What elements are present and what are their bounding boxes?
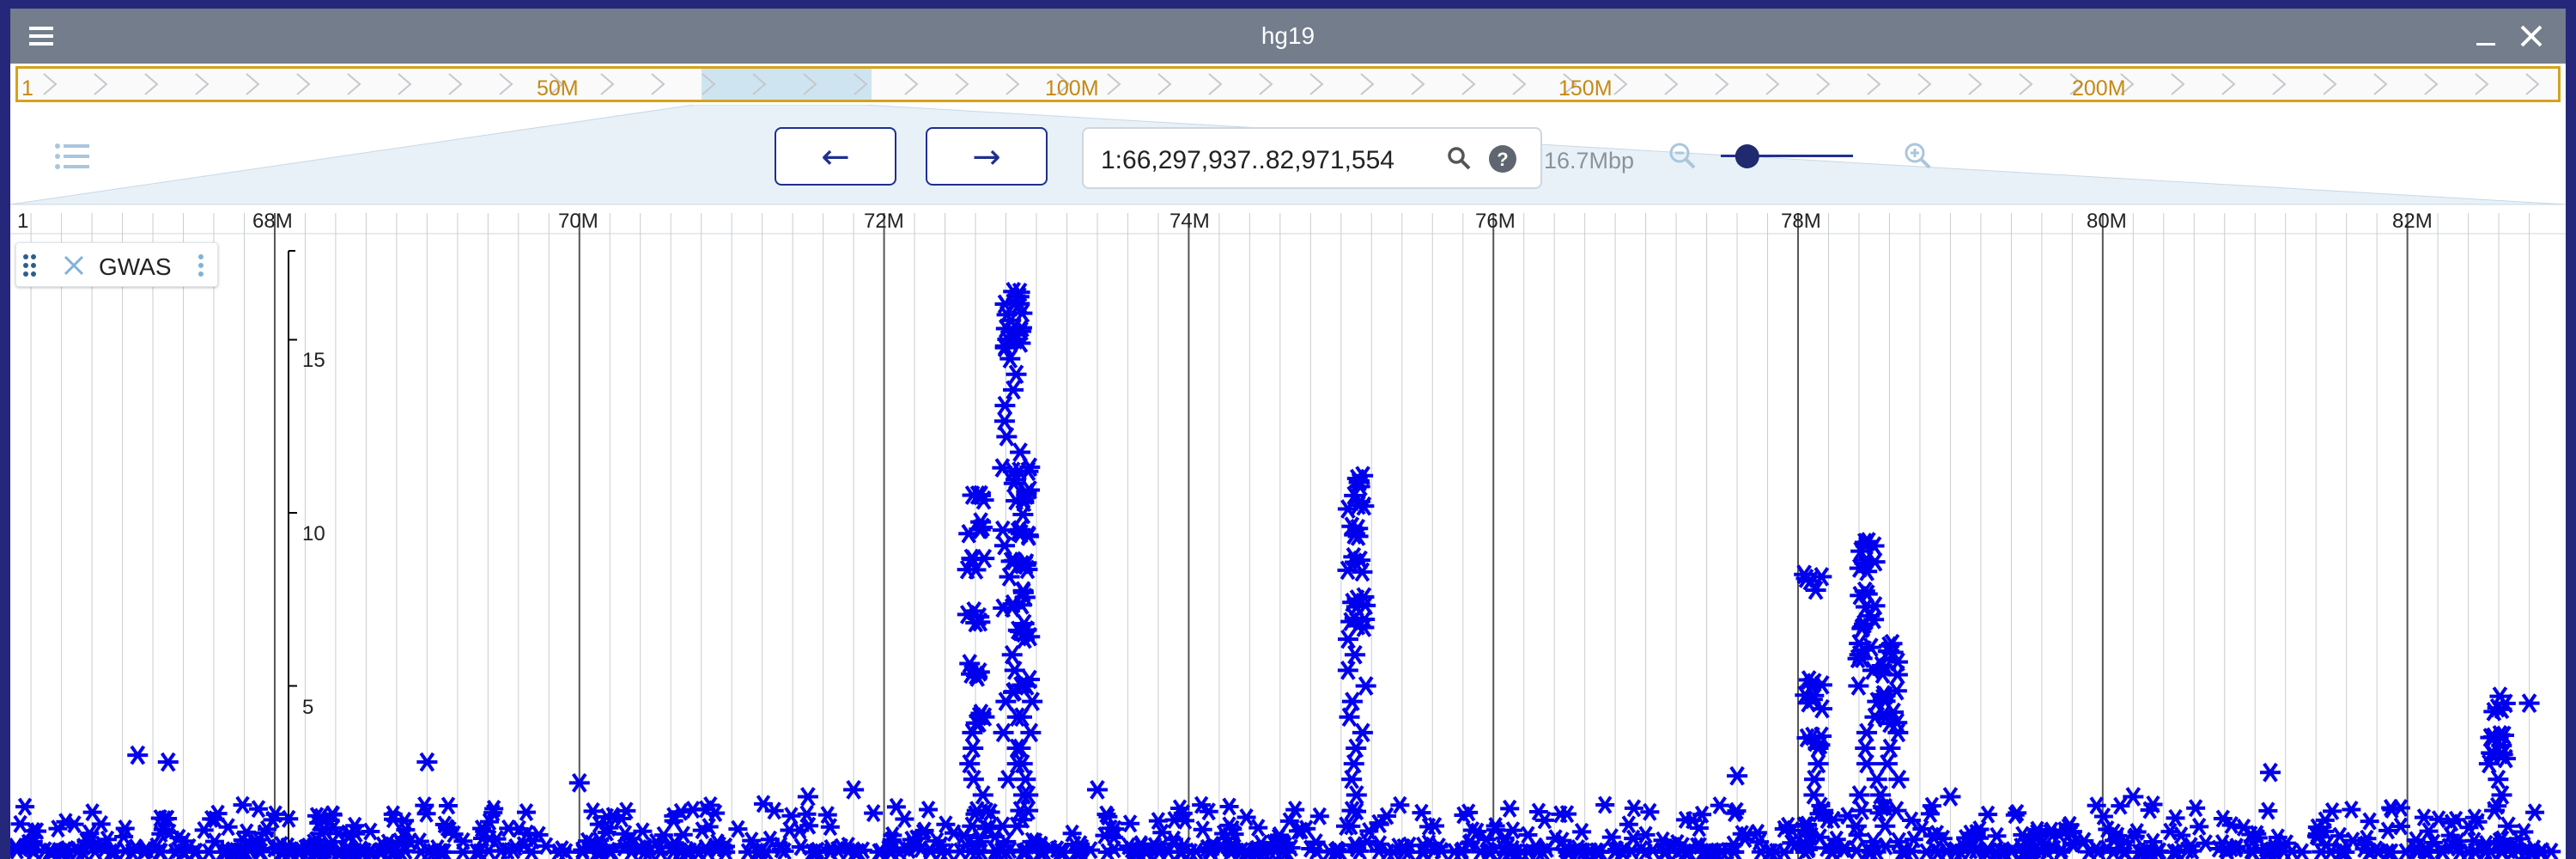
track-name: GWAS bbox=[99, 253, 172, 280]
gwas-point bbox=[439, 796, 459, 815]
ruler-label-68m: 68M bbox=[252, 210, 293, 233]
ruler-label-76m: 76M bbox=[1475, 210, 1516, 233]
gwas-point bbox=[2525, 803, 2545, 822]
gwas-point bbox=[1352, 722, 1373, 743]
drag-handle-icon[interactable] bbox=[21, 253, 39, 278]
gwas-point bbox=[1595, 795, 1615, 814]
gwas-point bbox=[959, 753, 981, 774]
gwas-point bbox=[1856, 722, 1877, 743]
gwas-point bbox=[199, 843, 219, 859]
gwas-point bbox=[157, 752, 179, 772]
gwas-point bbox=[963, 738, 984, 758]
gwas-point bbox=[2111, 796, 2130, 815]
gwas-point bbox=[1010, 442, 1031, 462]
gwas-point bbox=[1624, 799, 1643, 818]
y-tick-10: 10 bbox=[302, 522, 325, 545]
gwas-point bbox=[1987, 826, 2007, 845]
gwas-point bbox=[2258, 801, 2278, 820]
gwas-point bbox=[1572, 822, 1592, 841]
gwas-point bbox=[1807, 753, 1829, 774]
gwas-point bbox=[1640, 802, 1660, 821]
gwas-point bbox=[781, 807, 801, 825]
gwas-point bbox=[1219, 797, 1239, 816]
gwas-point bbox=[1193, 820, 1212, 839]
ruler-label-82m: 82M bbox=[2392, 210, 2433, 233]
gwas-point bbox=[728, 819, 748, 838]
gwas-point bbox=[963, 769, 984, 789]
gwas-point bbox=[1022, 691, 1043, 711]
coordinate-ruler: 1 68M 70M 72M 74M 76M 78M 80M 82M bbox=[10, 204, 2566, 239]
gwas-point bbox=[2488, 769, 2509, 789]
gwas-point bbox=[15, 797, 35, 816]
gwas-point bbox=[1866, 769, 1887, 789]
gwas-point bbox=[91, 814, 111, 833]
gwas-point bbox=[1390, 795, 1410, 814]
gwas-point bbox=[1005, 364, 1027, 385]
gwas-point bbox=[919, 800, 939, 819]
gwas-point bbox=[1803, 785, 1825, 805]
gwas-point bbox=[1888, 769, 1910, 789]
gwas-point bbox=[1856, 753, 1878, 774]
gwas-point bbox=[127, 745, 149, 765]
gwas-point bbox=[797, 787, 818, 807]
gwas-point bbox=[2360, 812, 2379, 831]
gwas-point bbox=[1412, 803, 1431, 822]
gwas-point bbox=[895, 810, 914, 829]
ruler-start-label: 1 bbox=[17, 210, 29, 233]
gwas-point bbox=[82, 803, 102, 822]
track-menu-icon[interactable] bbox=[195, 253, 207, 278]
gwas-point bbox=[1804, 769, 1826, 789]
gwas-point bbox=[1344, 644, 1365, 665]
close-track-icon[interactable] bbox=[61, 253, 87, 278]
ruler-label-80m: 80M bbox=[2087, 210, 2127, 233]
gwas-point bbox=[1855, 738, 1876, 758]
gwas-point bbox=[2342, 800, 2361, 819]
gwas-point bbox=[1710, 796, 1729, 815]
gwas-point bbox=[1020, 722, 1042, 743]
ruler-label-74m: 74M bbox=[1170, 210, 1210, 233]
gwas-point bbox=[1848, 676, 1869, 696]
y-tick-15: 15 bbox=[302, 349, 325, 372]
ruler-label-72m: 72M bbox=[864, 210, 904, 233]
y-tick-5: 5 bbox=[302, 696, 314, 719]
gwas-point bbox=[1500, 799, 1520, 818]
gwas-point bbox=[1339, 707, 1360, 728]
track-label-gwas[interactable]: GWAS bbox=[15, 242, 218, 287]
gwas-points bbox=[10, 282, 2561, 859]
genome-browser-window: hg19 1 50M 100M 150M 200M ← → 1:66,297,9… bbox=[10, 9, 2566, 859]
gwas-point bbox=[2259, 762, 2281, 783]
gwas-point bbox=[1341, 691, 1363, 711]
gwas-point bbox=[994, 395, 1016, 416]
gwas-point bbox=[2186, 799, 2206, 818]
gwas-point bbox=[1675, 810, 1695, 829]
gwas-point bbox=[516, 803, 536, 822]
gwas-point bbox=[2190, 817, 2209, 836]
gwas-point bbox=[1880, 738, 1901, 758]
ruler-label-70m: 70M bbox=[558, 210, 598, 233]
gwas-track-plot[interactable] bbox=[10, 9, 2566, 859]
gwas-point bbox=[864, 804, 884, 823]
gwas-point bbox=[1355, 676, 1376, 696]
ruler-label-78m: 78M bbox=[1781, 210, 1821, 233]
gwas-point bbox=[886, 797, 906, 816]
gwas-point bbox=[1876, 753, 1898, 774]
gwas-point bbox=[993, 722, 1014, 743]
